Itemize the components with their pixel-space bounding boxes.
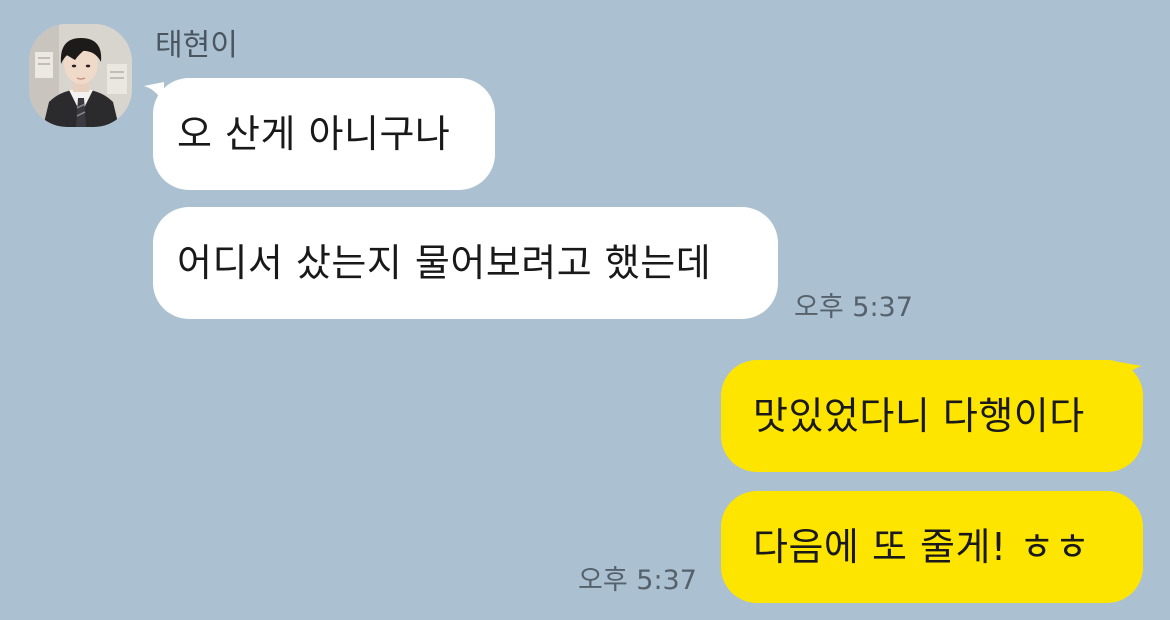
outgoing-message-bubble[interactable]: 맛있었다니 다행이다	[721, 360, 1143, 472]
message-text: 다음에 또 줄게! ㅎㅎ	[753, 525, 1091, 569]
chat-room: 태현이 오 산게 아니구나 어디서 샀는지 물어보려고 했는데 오후 5:37 …	[0, 0, 1170, 620]
profile-photo-icon	[29, 24, 132, 127]
incoming-message-bubble[interactable]: 오 산게 아니구나	[153, 78, 495, 190]
sender-name: 태현이	[155, 28, 238, 63]
message-text: 어디서 샀는지 물어보려고 했는데	[177, 241, 712, 285]
message-timestamp: 오후 5:37	[578, 565, 697, 596]
avatar[interactable]	[29, 24, 132, 127]
message-timestamp: 오후 5:37	[794, 292, 913, 323]
message-text: 맛있었다니 다행이다	[753, 394, 1085, 438]
message-text: 오 산게 아니구나	[177, 112, 451, 156]
incoming-message-bubble[interactable]: 어디서 샀는지 물어보려고 했는데	[153, 207, 778, 319]
outgoing-message-bubble[interactable]: 다음에 또 줄게! ㅎㅎ	[721, 491, 1143, 603]
